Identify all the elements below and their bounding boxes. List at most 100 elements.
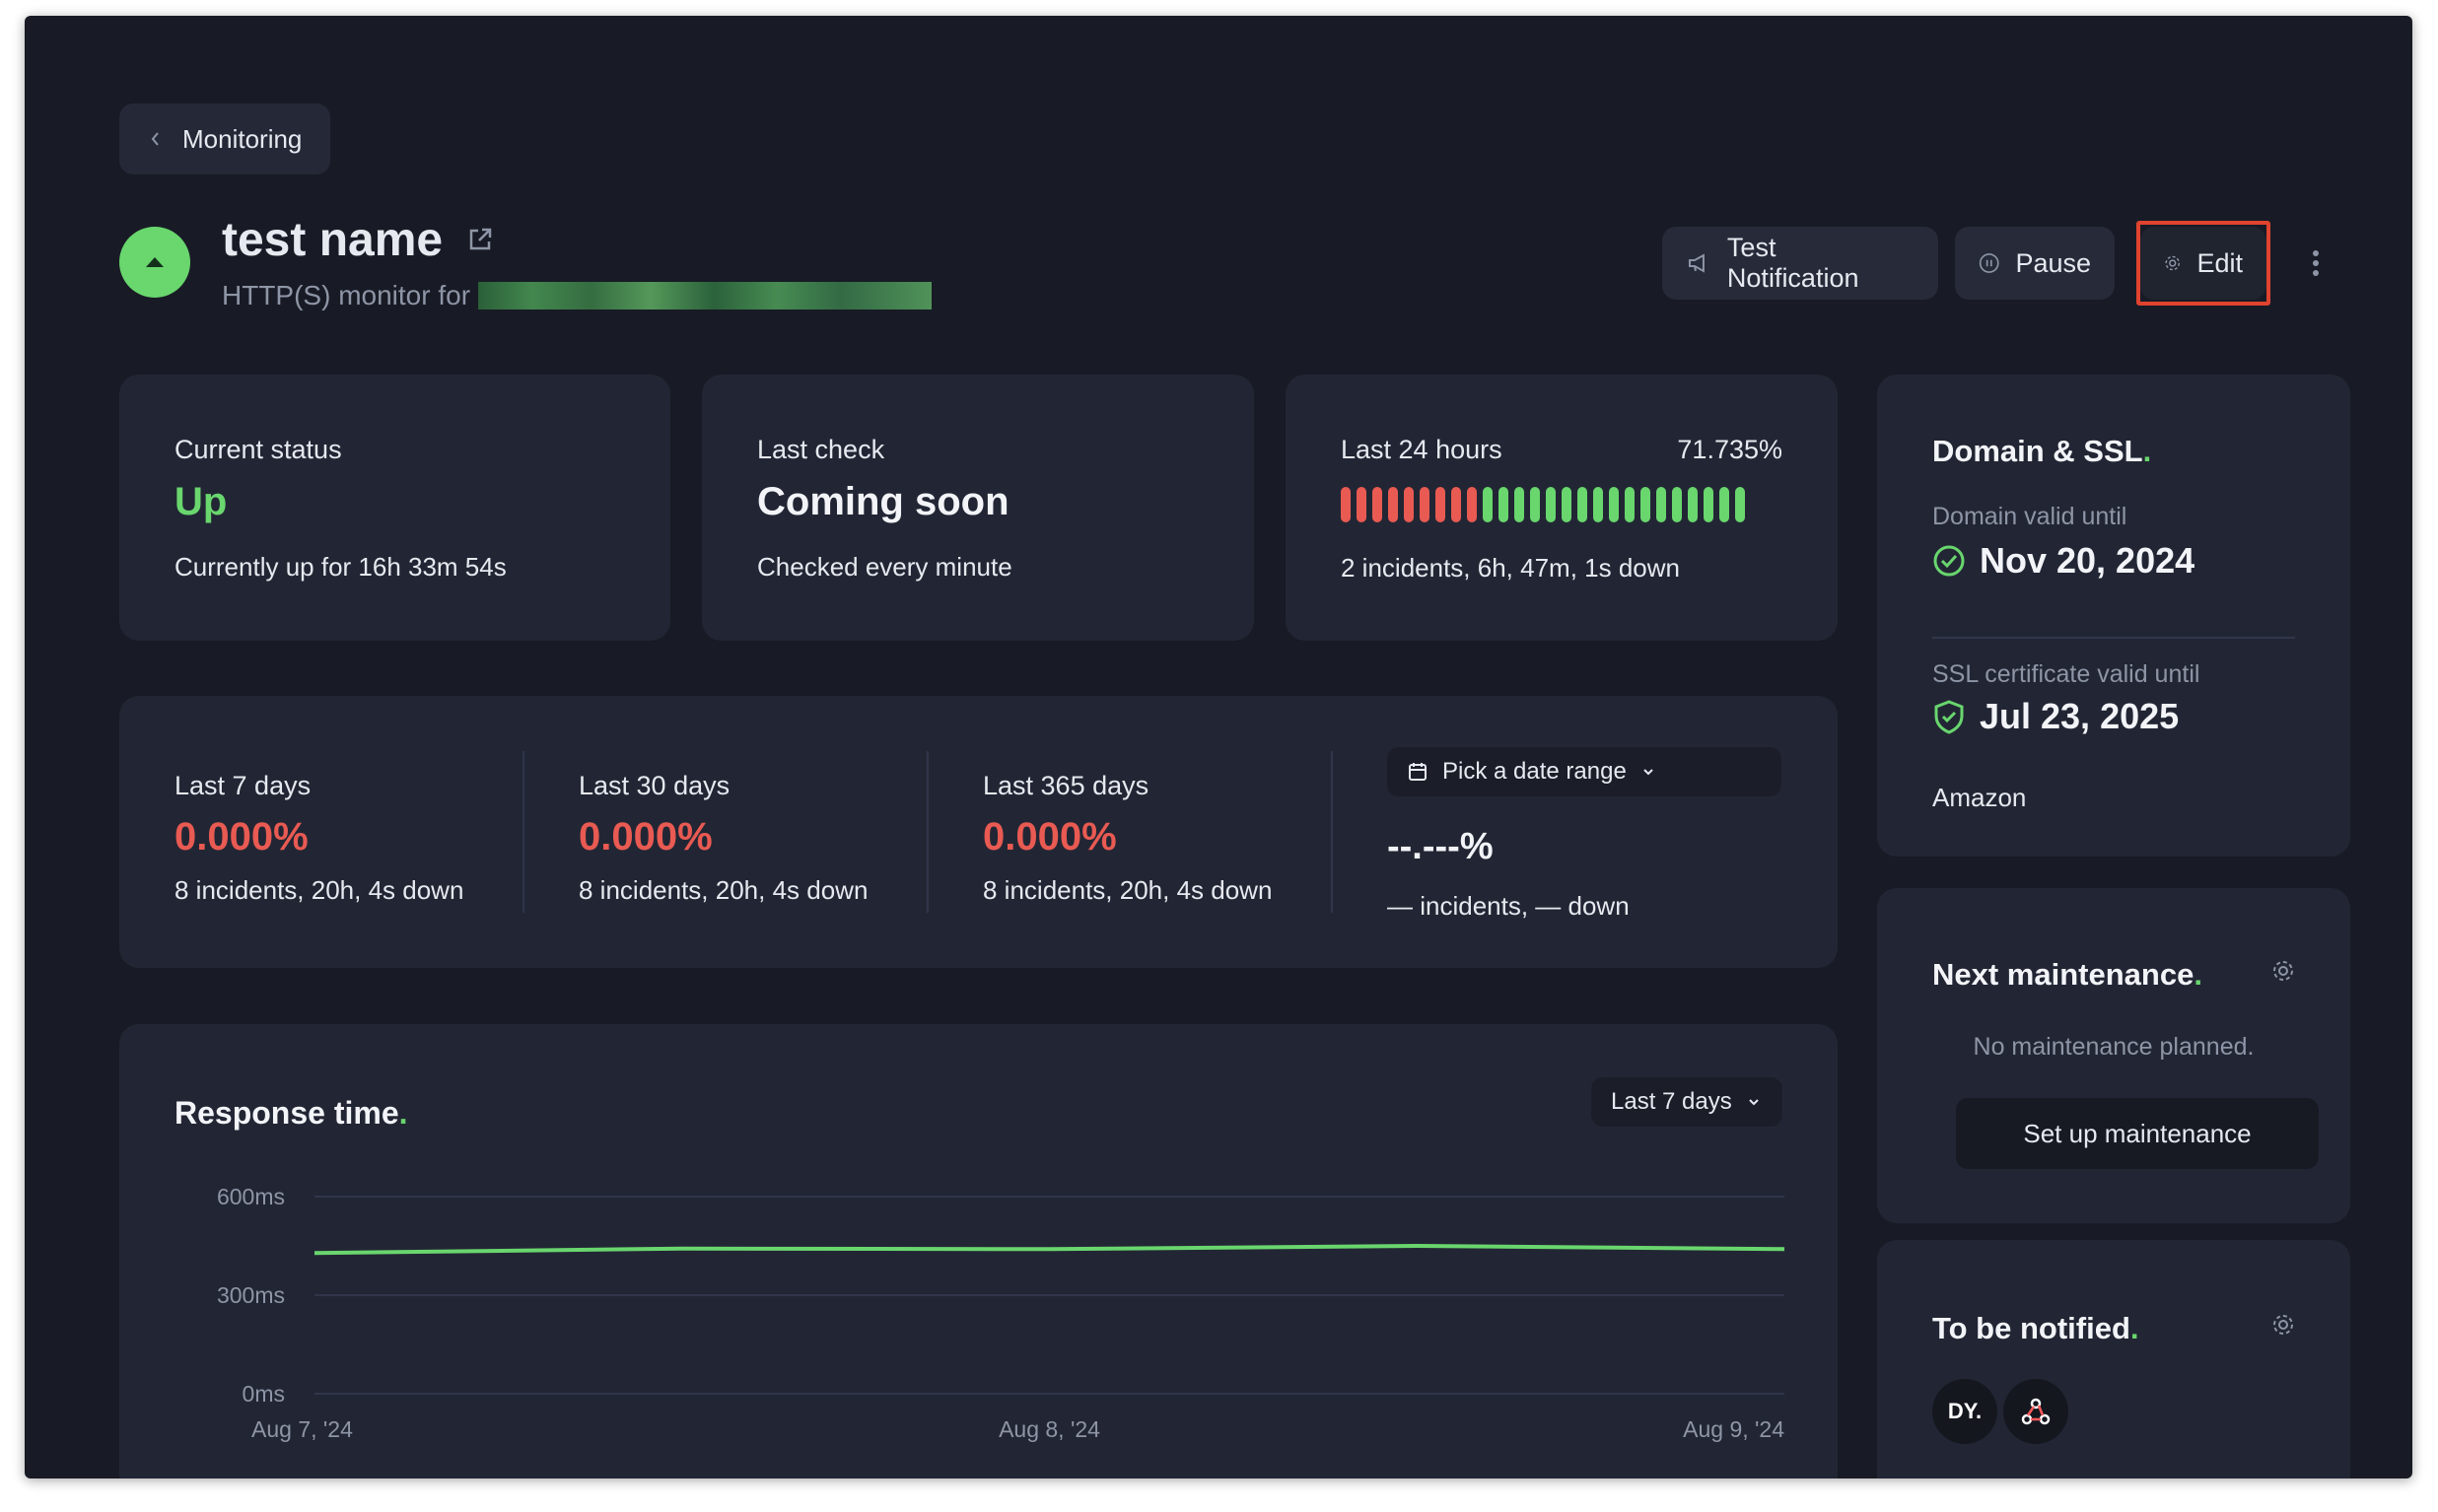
notify-title: To be notified. xyxy=(1932,1311,2139,1345)
response-time-series-line xyxy=(313,1243,1785,1256)
period-30d: Last 30 days 0.000% 8 incidents, 20h, 4s… xyxy=(579,771,868,906)
uptime-bar-up xyxy=(1483,487,1493,522)
uptime-bar-down xyxy=(1372,487,1382,522)
pause-button[interactable]: Pause xyxy=(1955,227,2115,300)
uptime-bar-up xyxy=(1704,487,1713,522)
kebab-icon[interactable] xyxy=(2310,248,2322,283)
date-range-picker[interactable]: Pick a date range xyxy=(1387,747,1781,796)
period-label: Last 30 days xyxy=(579,771,731,800)
period-label: Last 7 days xyxy=(174,771,312,800)
monitor-name: test name xyxy=(222,214,444,266)
domain-valid-row: Nov 20, 2024 xyxy=(1932,540,2194,582)
period-365d: Last 365 days 0.000% 8 incidents, 20h, 4… xyxy=(983,771,1272,906)
test-notification-label: Test Notification xyxy=(1726,233,1859,293)
gear-icon[interactable] xyxy=(2271,959,2295,988)
uptime-bar-up xyxy=(1562,487,1571,522)
notify-title-text: To be notified xyxy=(1932,1311,2130,1345)
last-check-card: Last check Coming soon Checked every min… xyxy=(702,375,1254,641)
maintenance-empty: No maintenance planned. xyxy=(1973,1033,2255,1061)
uptime-bar-down xyxy=(1404,487,1414,522)
uptime-bar-down xyxy=(1341,487,1351,522)
domain-valid-label: Domain valid until xyxy=(1932,503,2127,530)
set-up-maintenance-button[interactable]: Set up maintenance xyxy=(1956,1098,2319,1169)
uptime-bar-up xyxy=(1640,487,1650,522)
uptime-bar-down xyxy=(1467,487,1477,522)
last-24h-detail: 2 incidents, 6h, 47m, 1s down xyxy=(1341,553,1680,583)
divider xyxy=(1932,637,2295,639)
avatar[interactable]: DY. xyxy=(1932,1379,1997,1444)
check-circle-icon xyxy=(1933,545,1965,577)
uptime-bar-up xyxy=(1735,487,1745,522)
edit-highlight-box xyxy=(2136,221,2270,306)
response-time-chart: 600ms 300ms 0ms Aug 7, '24 Aug 8, '24 Aug 9, … xyxy=(217,1184,1785,1442)
monitor-subtitle: HTTP(S) monitor for xyxy=(222,280,933,311)
y-tick-label: 300ms xyxy=(217,1282,285,1308)
uptime-bar-up xyxy=(1498,487,1508,522)
monitor-page: Monitoring test name HTTP(S) monitor for… xyxy=(25,16,2412,1478)
custom-range-percent: --.---% xyxy=(1387,826,1494,867)
notify-card: To be notified. xyxy=(1877,1240,2350,1478)
shield-check-icon xyxy=(1934,700,1964,734)
last-check-value: Coming soon xyxy=(757,480,1010,523)
maintenance-card: Next maintenance. No maintenance planned… xyxy=(1877,888,2350,1223)
uptime-bar-down xyxy=(1451,487,1461,522)
period-percent: 0.000% xyxy=(579,815,713,859)
domain-ssl-card: Domain & SSL. Domain valid until Nov 20,… xyxy=(1877,375,2350,857)
pause-label: Pause xyxy=(2015,247,2091,278)
last-check-detail: Checked every minute xyxy=(757,552,1012,582)
y-tick-label: 600ms xyxy=(217,1184,285,1209)
current-status-value: Up xyxy=(174,480,228,523)
uptime-bar-down xyxy=(1388,487,1398,522)
webhook-avatar[interactable] xyxy=(2003,1379,2068,1444)
uptime-bar-up xyxy=(1688,487,1698,522)
x-tick-label: Aug 7, '24 xyxy=(251,1416,353,1442)
period-label: Last 365 days xyxy=(983,771,1149,800)
last-24h-percent: 71.735% xyxy=(1677,435,1782,464)
back-button[interactable]: Monitoring xyxy=(119,103,330,174)
divider xyxy=(1331,751,1333,913)
maintenance-title-text: Next maintenance xyxy=(1932,957,2194,992)
arrow-up-icon xyxy=(146,257,164,267)
chevron-left-icon xyxy=(151,132,159,146)
current-status-detail: Currently up for 16h 33m 54s xyxy=(174,552,507,582)
period-percent: 0.000% xyxy=(983,815,1117,859)
uptime-bar-up xyxy=(1719,487,1729,522)
test-notification-button[interactable]: Test Notification xyxy=(1662,227,1938,300)
redacted-url xyxy=(478,282,933,309)
megaphone-icon xyxy=(1688,253,1705,273)
uptime-periods-card: Last 7 days 0.000% 8 incidents, 20h, 4s … xyxy=(119,696,1838,968)
date-range-label: Pick a date range xyxy=(1442,758,1627,785)
current-status-card: Current status Up Currently up for 16h 3… xyxy=(119,375,670,641)
custom-range-detail: — incidents, — down xyxy=(1387,891,1630,921)
uptime-bar-down xyxy=(1357,487,1366,522)
period-detail: 8 incidents, 20h, 4s down xyxy=(579,875,869,905)
chevron-down-icon xyxy=(1643,769,1653,776)
uptime-bar-up xyxy=(1577,487,1587,522)
uptime-bar-up xyxy=(1625,487,1635,522)
x-tick-label: Aug 9, '24 xyxy=(1683,1416,1784,1442)
period-percent: 0.000% xyxy=(174,815,309,859)
uptime-bar-up xyxy=(1672,487,1682,522)
period-detail: 8 incidents, 20h, 4s down xyxy=(174,875,464,905)
webhook-icon xyxy=(2021,1398,2051,1425)
back-label: Monitoring xyxy=(182,123,303,154)
external-link-icon[interactable] xyxy=(465,225,495,259)
uptime-bar-up xyxy=(1546,487,1556,522)
gear-icon[interactable] xyxy=(2271,1313,2295,1341)
uptime-bar-up xyxy=(1656,487,1666,522)
period-detail: 8 incidents, 20h, 4s down xyxy=(983,875,1273,905)
ssl-issuer: Amazon xyxy=(1932,783,2027,812)
domain-ssl-title: Domain & SSL. xyxy=(1932,434,2152,468)
uptime-bar-down xyxy=(1435,487,1445,522)
period-7d: Last 7 days 0.000% 8 incidents, 20h, 4s … xyxy=(174,771,463,906)
current-status-label: Current status xyxy=(174,435,342,464)
uptime-bar-up xyxy=(1530,487,1540,522)
ssl-valid-label: SSL certificate valid until xyxy=(1932,660,2200,688)
response-time-card: Response time. Last 7 days 600ms 300ms 0ms… xyxy=(119,1024,1838,1478)
last-24h-label: Last 24 hours xyxy=(1341,435,1502,464)
ssl-valid-row: Jul 23, 2025 xyxy=(1932,696,2179,737)
calendar-icon xyxy=(1409,763,1427,781)
uptime-bar-up xyxy=(1593,487,1603,522)
uptime-bars xyxy=(1341,487,1745,522)
domain-ssl-title-text: Domain & SSL xyxy=(1932,434,2143,468)
